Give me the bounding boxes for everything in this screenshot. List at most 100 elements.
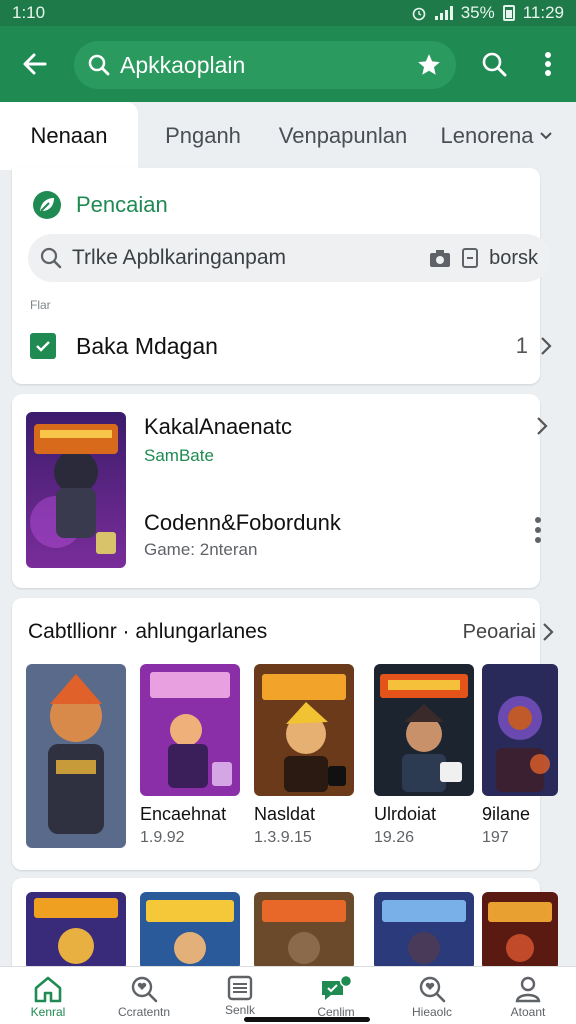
games-row-more[interactable]: Peoariai xyxy=(463,621,536,644)
chat-badge-icon xyxy=(322,975,353,1000)
list-item-label: Baka Mdagan xyxy=(76,332,218,359)
featured-second-title[interactable]: Codenn&Fobordunk xyxy=(144,510,341,536)
games-row-card: Cabtllionr · ahlungarlanes Peoariai Enca… xyxy=(12,598,558,870)
list-icon xyxy=(227,975,253,1001)
list-item[interactable]: Baka Mdagan 1 xyxy=(30,326,552,366)
checkbox[interactable] xyxy=(30,333,56,359)
game-card-artwork[interactable] xyxy=(254,664,354,796)
nav-item-account[interactable]: Atoant xyxy=(480,967,576,1024)
query-input[interactable]: Trlke Apblkaringanpam borsk xyxy=(28,234,550,282)
status-icons: 35% 11:29 xyxy=(411,3,564,23)
game-card[interactable]: Encaehnat 1.9.92 xyxy=(140,664,240,847)
games-row-title: Cabtllionr · ahlungarlanes xyxy=(28,620,268,643)
nav-label: Atoant xyxy=(510,1005,546,1019)
search-card-header: Pencaian xyxy=(32,190,168,220)
check-icon xyxy=(36,341,50,352)
filter-label: Flar xyxy=(30,298,51,312)
status-clock: 11:29 xyxy=(522,3,564,22)
game-card-artwork[interactable] xyxy=(374,664,474,796)
tab-venpapunlan[interactable]: Venpapunlan xyxy=(268,102,418,170)
tab-bar: Nenaan Pnganh Venpapunlan Lenorena xyxy=(0,102,576,170)
game-card[interactable]: Ulrdoiat 19.26 xyxy=(374,664,474,847)
search-icon xyxy=(482,52,507,77)
game-card-name: Nasldat xyxy=(254,804,316,824)
more-vertical-icon xyxy=(545,52,551,76)
nav-label: Kenral xyxy=(30,1005,66,1019)
chevron-right-icon xyxy=(541,337,552,355)
nav-item-search[interactable]: Hieaolc xyxy=(384,967,480,1024)
game-card-number: 1.9.92 xyxy=(140,829,185,846)
app-search-text: Apkkaoplain xyxy=(120,51,246,78)
game-card-number: 19.26 xyxy=(374,829,415,846)
search-heart-icon xyxy=(131,976,158,1003)
game-card-name: Ulrdoiat xyxy=(374,804,437,824)
home-icon xyxy=(34,976,62,1003)
bottom-navigation: Kenral Ccratentn Senlk Cenlim Hieaolc At… xyxy=(0,966,576,1024)
nav-item-list[interactable]: Senlk xyxy=(192,967,288,1024)
star-icon[interactable] xyxy=(416,52,442,78)
chevron-down-icon xyxy=(540,132,553,140)
search-icon xyxy=(40,247,62,269)
app-search-field[interactable]: Apkkaoplain xyxy=(74,41,456,89)
featured-second-subtitle: Game: 2nteran xyxy=(144,540,258,559)
gesture-bar[interactable] xyxy=(244,1017,370,1022)
tab-pnganh[interactable]: Pnganh xyxy=(138,102,268,170)
game-card[interactable]: 9ilane 197 xyxy=(482,664,558,847)
nav-item-discover[interactable]: Ccratentn xyxy=(96,967,192,1024)
battery-icon xyxy=(502,5,515,21)
game-tile[interactable] xyxy=(482,892,558,970)
chevron-right-icon[interactable] xyxy=(536,416,548,436)
game-card-name: Encaehnat xyxy=(140,804,227,824)
back-button[interactable] xyxy=(0,26,70,102)
status-bar: 1:10 35% 11:29 xyxy=(0,0,576,26)
search-icon xyxy=(419,976,446,1003)
alarm-icon xyxy=(412,7,425,21)
more-vertical-icon[interactable] xyxy=(534,516,542,544)
featured-card[interactable]: KakalAnaenatc SamBate Codenn&Fobordunk G… xyxy=(12,394,548,588)
search-icon xyxy=(88,54,110,76)
tab-lenorena[interactable]: Lenorena xyxy=(418,102,576,170)
overflow-menu-button[interactable] xyxy=(530,46,566,82)
featured-subtitle: SamBate xyxy=(144,446,214,465)
leaf-icon xyxy=(33,191,61,219)
game-card-artwork[interactable] xyxy=(482,664,558,796)
battery-percent: 35% xyxy=(460,3,495,22)
game-card-artwork[interactable] xyxy=(140,664,240,796)
query-actions: borsk xyxy=(429,247,538,270)
game-card-number: 197 xyxy=(482,829,509,846)
nav-label: Senlk xyxy=(224,1003,256,1017)
signal-icon xyxy=(434,6,453,20)
more-games-card xyxy=(12,878,558,974)
featured-title[interactable]: KakalAnaenatc xyxy=(144,414,292,440)
search-button[interactable] xyxy=(476,46,512,82)
search-card: Pencaian Trlke Apblkaringanpam borsk Fla… xyxy=(12,168,552,384)
camera-icon[interactable] xyxy=(429,248,451,268)
chevron-right-icon[interactable] xyxy=(542,622,554,642)
game-card-number: 1.3.9.15 xyxy=(254,829,312,846)
app-bar: Apkkaoplain xyxy=(0,26,576,102)
game-card-name: 9ilane xyxy=(482,804,531,824)
game-tile[interactable] xyxy=(140,892,240,970)
query-right-label[interactable]: borsk xyxy=(489,247,538,270)
game-card[interactable]: Nasldat 1.3.9.15 xyxy=(254,664,354,847)
search-card-title: Pencaian xyxy=(76,192,168,217)
query-text: Trlke Apblkaringanpam xyxy=(72,246,286,269)
back-arrow-icon xyxy=(23,53,47,75)
tab-lenorena-label: Lenorena xyxy=(440,123,534,148)
featured-game-artwork[interactable] xyxy=(26,412,126,568)
nav-item-chat[interactable]: Cenlim xyxy=(288,967,384,1024)
game-tile[interactable] xyxy=(374,892,474,970)
status-time: 1:10 xyxy=(12,3,46,22)
list-item-count: 1 xyxy=(515,333,528,358)
game-card-artwork[interactable] xyxy=(26,664,126,848)
game-card[interactable] xyxy=(26,664,126,848)
nav-label: Hieaolc xyxy=(411,1005,453,1019)
games-row-header: Cabtllionr · ahlungarlanes Peoariai xyxy=(28,620,554,644)
document-icon[interactable] xyxy=(461,247,479,269)
nav-label: Ccratentn xyxy=(117,1005,171,1019)
game-tile[interactable] xyxy=(26,892,126,970)
nav-item-home[interactable]: Kenral xyxy=(0,967,96,1024)
person-icon xyxy=(515,976,541,1003)
tab-nenaan[interactable]: Nenaan xyxy=(0,102,138,170)
game-tile[interactable] xyxy=(254,892,354,970)
